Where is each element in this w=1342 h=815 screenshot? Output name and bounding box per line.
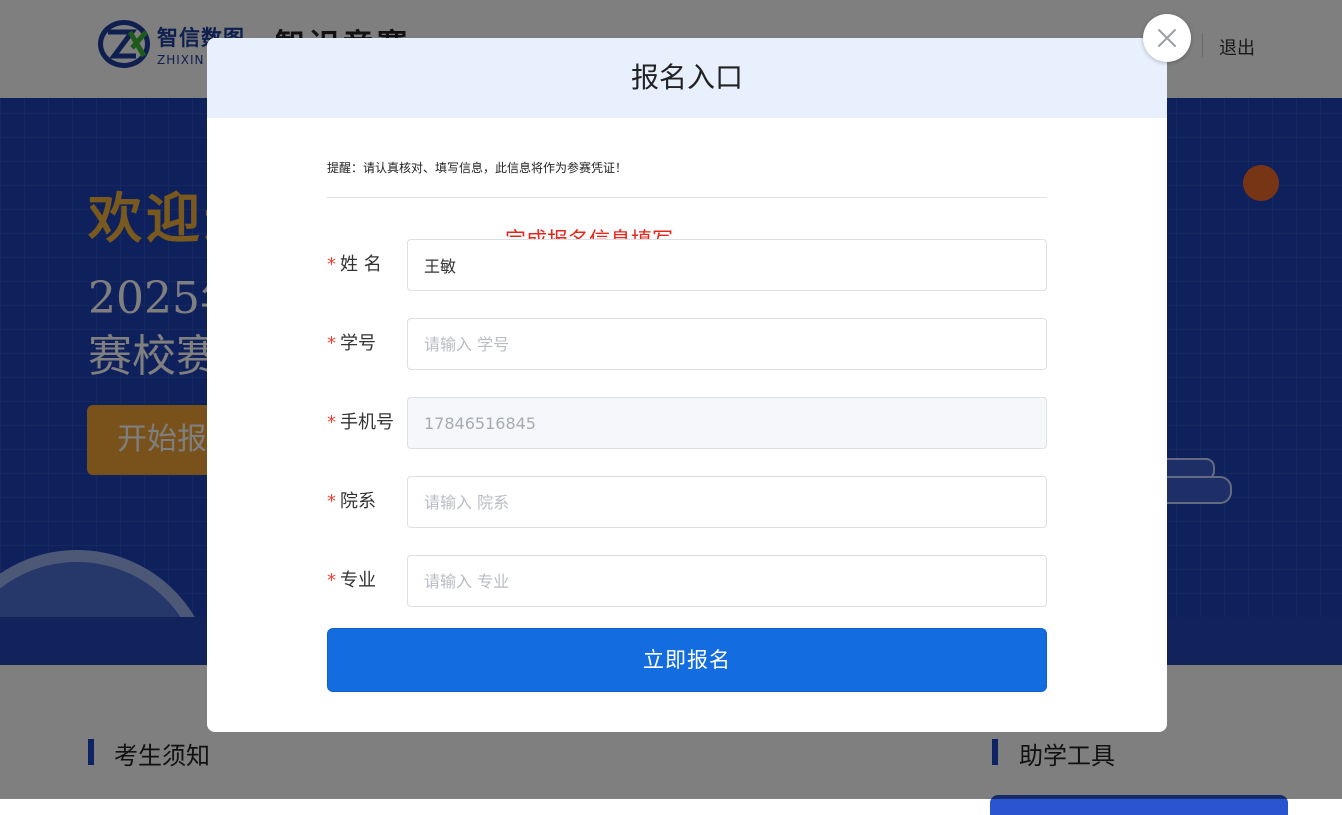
required-mark: * bbox=[327, 491, 336, 512]
form-row-name: * 姓 名 bbox=[327, 239, 1047, 291]
required-mark: * bbox=[327, 570, 336, 591]
phone-input bbox=[407, 397, 1047, 449]
field-label-text: 专业 bbox=[340, 570, 376, 591]
registration-modal: 报名入口 提醒：请认真核对、填写信息，此信息将作为参赛凭证！ 完成报名信息填写 … bbox=[207, 38, 1167, 732]
modal-title: 报名入口 bbox=[630, 61, 743, 94]
name-input[interactable] bbox=[407, 239, 1047, 291]
close-icon bbox=[1158, 29, 1176, 47]
form-row-major: * 专业 bbox=[327, 555, 1047, 607]
field-label-text: 手机号 bbox=[340, 412, 394, 433]
field-label-text: 院系 bbox=[340, 491, 376, 512]
submit-registration-button[interactable]: 立即报名 bbox=[327, 628, 1047, 692]
field-label-major: * 专业 bbox=[327, 555, 376, 607]
field-label-student-id: * 学号 bbox=[327, 318, 376, 370]
required-mark: * bbox=[327, 254, 336, 275]
notice-text: 提醒：请认真核对、填写信息，此信息将作为参赛凭证！ bbox=[327, 161, 628, 175]
field-label-text: 姓 名 bbox=[340, 254, 382, 275]
page: 智信数图 ZHIXIN 智识竞赛 退出 欢迎进入 2025年 赛校赛 开始报名 … bbox=[0, 0, 1342, 815]
form-row-department: * 院系 bbox=[327, 476, 1047, 528]
field-label-name: * 姓 名 bbox=[327, 239, 382, 291]
field-label-phone: * 手机号 bbox=[327, 397, 394, 449]
notice-divider bbox=[327, 197, 1047, 198]
required-mark: * bbox=[327, 412, 336, 433]
student-id-input[interactable] bbox=[407, 318, 1047, 370]
field-label-text: 学号 bbox=[340, 333, 376, 354]
major-input[interactable] bbox=[407, 555, 1047, 607]
form-row-student-id: * 学号 bbox=[327, 318, 1047, 370]
close-modal-button[interactable] bbox=[1143, 14, 1191, 62]
modal-header: 报名入口 bbox=[207, 38, 1167, 118]
form-row-phone: * 手机号 bbox=[327, 397, 1047, 449]
required-mark: * bbox=[327, 333, 336, 354]
department-input[interactable] bbox=[407, 476, 1047, 528]
field-label-department: * 院系 bbox=[327, 476, 376, 528]
